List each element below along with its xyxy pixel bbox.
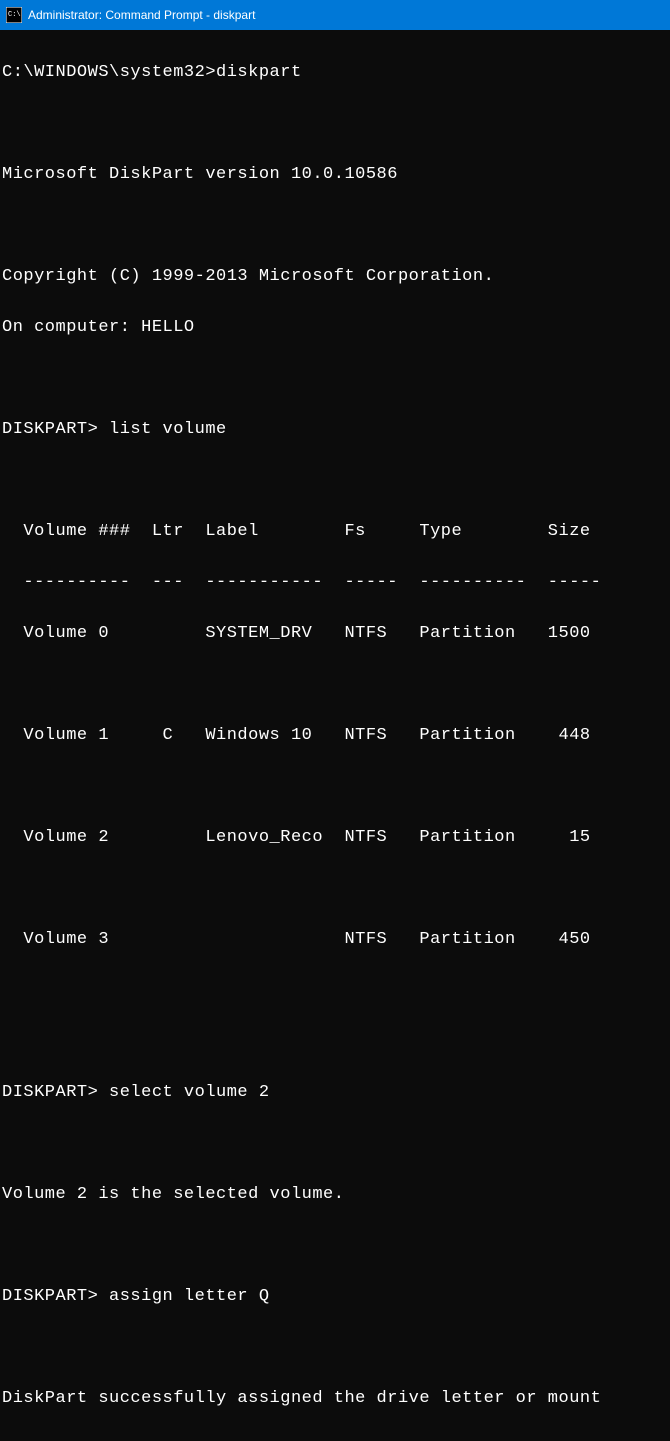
window-titlebar[interactable]: C:\ Administrator: Command Prompt - disk… [0, 0, 670, 30]
diskpart-command: DISKPART> assign letter Q [2, 1284, 668, 1310]
table-row: Volume 2 Lenovo_Reco NTFS Partition 15 [2, 825, 668, 851]
svg-text:C:\: C:\ [8, 11, 21, 19]
command-result: Volume 2 is the selected volume. [2, 1182, 668, 1208]
blank-line [2, 213, 668, 239]
table-header: Volume ### Ltr Label Fs Type Size [2, 519, 668, 545]
blank-line [2, 468, 668, 494]
blank-line [2, 1335, 668, 1361]
terminal-output[interactable]: C:\WINDOWS\system32>diskpart Microsoft D… [0, 30, 670, 1441]
blank-line [2, 1029, 668, 1055]
table-row: Volume 0 SYSTEM_DRV NTFS Partition 1500 [2, 621, 668, 647]
copyright-line: Copyright (C) 1999-2013 Microsoft Corpor… [2, 264, 668, 290]
diskpart-command: DISKPART> list volume [2, 417, 668, 443]
cmd-icon: C:\ [6, 7, 22, 23]
blank-line [2, 774, 668, 800]
table-row: Volume 3 NTFS Partition 450 [2, 927, 668, 953]
blank-line [2, 111, 668, 137]
table-row: Volume 1 C Windows 10 NTFS Partition 448 [2, 723, 668, 749]
prompt-line: C:\WINDOWS\system32>diskpart [2, 60, 668, 86]
window-title: Administrator: Command Prompt - diskpart [28, 8, 255, 22]
version-line: Microsoft DiskPart version 10.0.10586 [2, 162, 668, 188]
blank-line [2, 978, 668, 1004]
computer-line: On computer: HELLO [2, 315, 668, 341]
blank-line [2, 876, 668, 902]
table-divider: ---------- --- ----------- ----- -------… [2, 570, 668, 596]
blank-line [2, 1233, 668, 1259]
command-result: DiskPart successfully assigned the drive… [2, 1386, 668, 1412]
blank-line [2, 672, 668, 698]
blank-line [2, 366, 668, 392]
blank-line [2, 1131, 668, 1157]
diskpart-command: DISKPART> select volume 2 [2, 1080, 668, 1106]
